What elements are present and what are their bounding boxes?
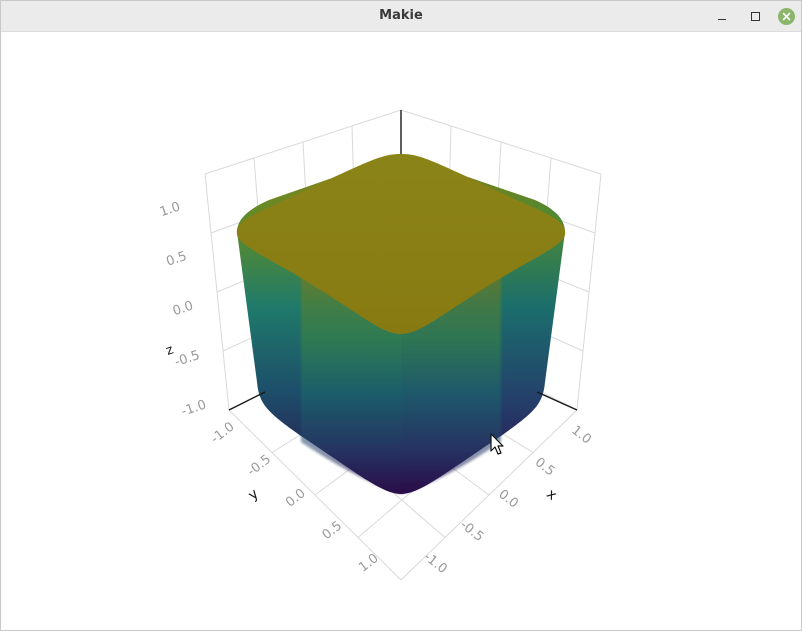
maximize-icon — [750, 11, 760, 21]
y-tick-label: 1.0 — [356, 551, 382, 576]
y-tick-label: -0.5 — [245, 452, 274, 479]
close-button[interactable] — [777, 7, 795, 25]
z-axis-label: z — [164, 342, 176, 358]
axis3-scene[interactable]: -1.0 -0.5 0.0 0.5 1.0 z -1.0 -0.5 0.0 0.5 1.0 y -1.0… — [1, 32, 801, 630]
z-tick-label: -0.5 — [173, 348, 202, 370]
cube-surface — [236, 154, 566, 494]
y-tick-label: 0.0 — [283, 486, 309, 511]
minimize-button[interactable] — [713, 7, 731, 25]
z-tick-label: 0.5 — [164, 249, 188, 270]
z-tick-label: 0.0 — [171, 299, 195, 320]
title-bar[interactable]: Makie — [1, 1, 801, 32]
x-tick-label: 0.0 — [495, 487, 521, 512]
minimize-icon — [718, 19, 726, 20]
y-axis-spine — [228, 391, 266, 411]
maximize-button[interactable] — [746, 7, 764, 25]
x-tick-label: 0.5 — [532, 455, 558, 480]
close-icon — [777, 7, 795, 25]
x-axis-spine — [536, 391, 578, 411]
y-axis-label: y — [245, 486, 261, 504]
y-tick-label: 0.5 — [320, 518, 346, 543]
x-axis-label: x — [543, 486, 559, 504]
plot-canvas[interactable]: -1.0 -0.5 0.0 0.5 1.0 z -1.0 -0.5 0.0 0.5 1.0 y -1.0… — [1, 32, 801, 630]
y-tick-label: -1.0 — [208, 420, 237, 447]
x-tick-label: -1.0 — [421, 550, 450, 577]
z-tick-label: 1.0 — [158, 200, 182, 221]
x-tick-label: 1.0 — [568, 423, 594, 448]
app-window: Makie -1.0 -0.5 0.0 0.5 1.0 z -1.0 -0.5 … — [0, 0, 802, 631]
window-title: Makie — [379, 8, 423, 23]
z-tick-label: -1.0 — [179, 398, 208, 420]
